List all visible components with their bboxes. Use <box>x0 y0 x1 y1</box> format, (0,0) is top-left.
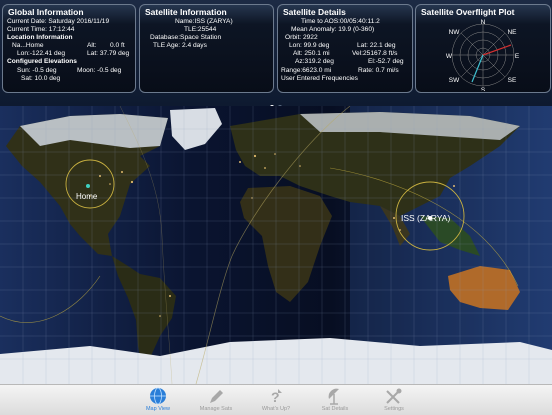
compass-nw: NW <box>449 29 461 36</box>
compass-w: W <box>446 53 453 60</box>
tab-bar: Map View Manage Sats ? What's Up? Sat De… <box>0 384 552 415</box>
sat-lon: Lon: 99.9 deg <box>289 42 330 50</box>
compass-se: SE <box>508 77 517 84</box>
sat-azimuth: Az:319.2 deg <box>295 58 334 66</box>
panel-title: Satellite Information <box>145 7 227 17</box>
sun-elevation: Sun: -0.5 deg <box>17 66 57 74</box>
home-lat: Lat: 37.79 deg <box>87 50 130 58</box>
home-label: Home <box>76 192 98 201</box>
home-marker[interactable] <box>86 184 90 188</box>
satellite-dish-icon <box>328 388 339 405</box>
user-frequencies-header: User Entered Frequencies <box>281 74 358 82</box>
compass-sw: SW <box>449 77 460 84</box>
orbit-number: Orbit: 2922 <box>285 34 318 42</box>
current-time: Current Time: 17:12:44 <box>7 26 75 34</box>
alt-value: 0.0 ft <box>110 42 125 50</box>
location-header: Location Information <box>7 34 73 42</box>
overflight-plot-panel[interactable]: Satellite Overflight Plot N NE E SE S SW <box>415 4 551 93</box>
pencil-icon <box>210 390 223 403</box>
current-date: Current Date: Saturday 2016/11/19 <box>7 18 110 25</box>
sat-velocity: Vel:25167.8 ft/s <box>352 50 398 58</box>
compass-e: E <box>515 53 520 60</box>
tools-icon <box>386 388 402 404</box>
location-name: Na...Home <box>12 42 44 50</box>
panel-title: Satellite Details <box>283 7 346 17</box>
sat-tle-age: TLE Age: 2.4 days <box>153 42 207 50</box>
sat-lat: Lat: 22.1 deg <box>357 42 396 50</box>
compass-s: S <box>481 87 486 91</box>
sat-alt: Alt: 250.1 mi <box>293 50 330 58</box>
panel-title: Satellite Overflight Plot <box>421 7 515 17</box>
polar-plot: N NE E SE S SW W NW <box>446 19 520 91</box>
pass-track-start <box>482 44 512 56</box>
tab-settings[interactable]: Settings <box>354 385 434 415</box>
compass-n: N <box>481 19 486 26</box>
alt-label: Alt: <box>87 42 97 50</box>
home-lon: Lon:-122.41 deg <box>17 50 66 58</box>
globe-icon <box>150 387 166 405</box>
compass-ne: NE <box>507 29 517 36</box>
sat-tle: TLE:25544 <box>184 26 217 34</box>
world-map[interactable]: Home ISS (ZARYA) <box>0 106 552 384</box>
sat-elevation: Sat: 10.0 deg <box>21 74 61 82</box>
question-icon: ? <box>271 389 282 405</box>
satellite-details-panel[interactable]: Satellite Details Time to AOS:00/05:40:1… <box>277 4 413 93</box>
sat-elevation-angle: El:-52.7 deg <box>368 58 404 66</box>
mean-anomaly: Mean Anomaly: 19.9 (0-360) <box>291 26 375 34</box>
info-panels-area: Global Information Current Date: Saturda… <box>0 0 552 109</box>
time-to-aos: Time to AOS:00/05:40:11.2 <box>301 18 380 25</box>
sat-database: Database:Space Station <box>150 34 222 42</box>
sat-range: Range:6623.0 mi <box>281 66 332 74</box>
elevations-header: Configured Elevations <box>7 58 77 66</box>
moon-elevation: Moon: -0.5 deg <box>77 66 122 74</box>
iss-label: ISS (ZARYA) <box>401 213 450 223</box>
panel-title: Global Information <box>8 7 84 17</box>
tab-label: Settings <box>384 406 404 412</box>
satellite-information-panel[interactable]: Satellite Information Name:ISS (ZARYA) T… <box>139 4 274 93</box>
sat-name: Name:ISS (ZARYA) <box>175 18 233 25</box>
global-information-panel[interactable]: Global Information Current Date: Saturda… <box>2 4 136 93</box>
sat-range-rate: Rate: 0.7 mi/s <box>358 66 399 74</box>
